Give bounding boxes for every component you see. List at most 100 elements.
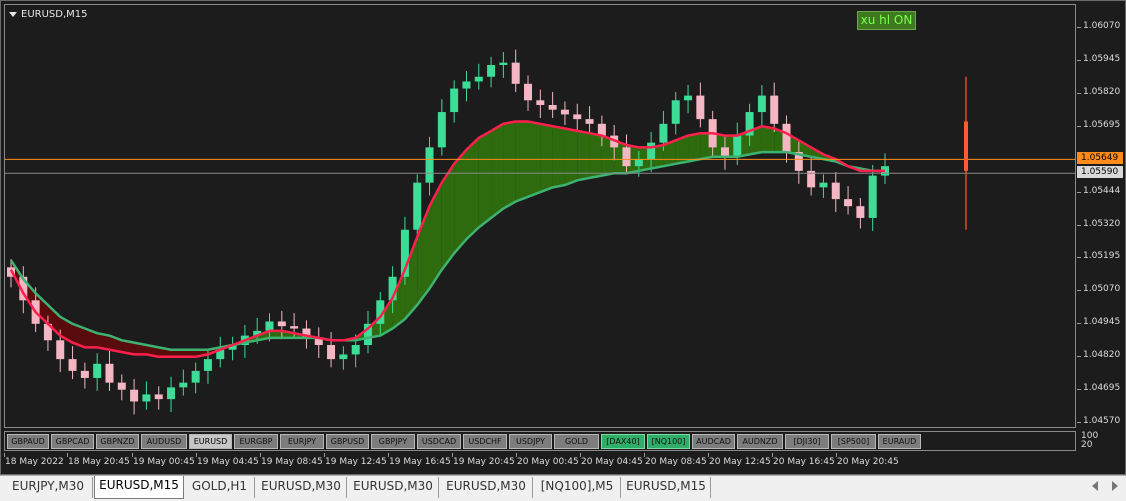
price-tick-mark: [1077, 290, 1081, 292]
symbol-button-euraud[interactable]: EURAUD: [878, 434, 921, 449]
bearish-candle: [56, 340, 65, 360]
symbol-button-usdcad[interactable]: USDCAD: [417, 434, 461, 449]
price-tick-mark: [1077, 422, 1081, 423]
price-tick-mark: [1077, 389, 1081, 391]
chart-tab[interactable]: EURUSD,M15: [94, 476, 184, 499]
price-tick-mark: [1077, 224, 1081, 226]
bearish-candle: [277, 321, 286, 327]
symbol-switcher-bar: GBPAUD GBPCAD GBPNZD AUDUSD EURUSD EURGBP EURJ…: [4, 431, 1076, 451]
chart-canvas[interactable]: [5, 5, 1076, 428]
symbol-button-gold[interactable]: GOLD: [554, 434, 599, 449]
bullish-candle: [659, 123, 668, 143]
time-tick-label: 18 May 2022: [5, 457, 64, 467]
price-chart[interactable]: EURUSD,M15 xu hl ON: [4, 4, 1076, 428]
bearish-candle: [831, 182, 840, 200]
bullish-cloud: [466, 137, 479, 240]
bullish-candle: [684, 95, 693, 101]
symbol-button-eurjpy[interactable]: EURJPY: [280, 434, 324, 449]
symbol-button-eurgbp[interactable]: EURGBP: [234, 434, 278, 449]
chart-tab-bar: EURJPY,M30 EURUSD,M15 GOLD,H1 EURUSD,M30 EUR…: [0, 475, 1126, 501]
symbol-button-sp500[interactable]: [SP500]: [831, 434, 876, 449]
chart-tab[interactable]: EURUSD,M30: [256, 477, 347, 498]
price-tick-label: 1.06070: [1083, 21, 1121, 31]
price-tick-label: 1.05945: [1083, 53, 1121, 64]
price-tick-mark: [1077, 27, 1081, 28]
indicator-axis: 100 20: [1077, 431, 1125, 451]
price-tick-label: 1.05070: [1083, 284, 1121, 295]
chart-tab[interactable]: [NQ100],M5: [534, 477, 621, 498]
symbol-button-dax40[interactable]: [DAX40]: [601, 434, 645, 449]
bearish-candle: [548, 105, 557, 110]
time-tick-label: 20 May 04:45: [581, 457, 643, 467]
symbol-button-gbpjpy[interactable]: GBPJPY: [371, 434, 415, 449]
bearish-candle: [536, 100, 545, 105]
ask-tag: 1.05649: [1077, 152, 1123, 165]
symbol-button-gbpcad[interactable]: GBPCAD: [51, 434, 94, 449]
time-tick-label: 20 May 16:45: [773, 457, 835, 467]
price-tick-mark: [1077, 323, 1081, 325]
bullish-cloud: [761, 126, 775, 153]
bullish-candle: [437, 112, 446, 148]
bearish-candle: [290, 326, 299, 329]
bullish-candle: [487, 65, 496, 77]
bullish-candle: [425, 147, 434, 183]
bearish-candle: [770, 95, 779, 124]
bullish-candle: [499, 62, 508, 65]
time-tick-label: 18 May 20:45: [68, 457, 130, 467]
bullish-cloud: [552, 126, 565, 188]
bearish-candle: [782, 123, 791, 153]
bullish-cloud: [564, 128, 578, 185]
chart-window[interactable]: EURUSD,M15 xu hl ON 1.06070 1.05945 1.0582…: [0, 0, 1126, 475]
bullish-candle: [413, 182, 422, 230]
bullish-candle: [93, 363, 102, 378]
chart-tab[interactable]: EURJPY,M30: [4, 477, 93, 498]
scroll-left-icon[interactable]: [1092, 481, 1098, 491]
time-axis[interactable]: 18 May 2022 18 May 20:45 19 May 00:45 19 Ma…: [4, 453, 1076, 473]
chart-tab[interactable]: EURUSD,M30: [348, 477, 439, 498]
price-tick-mark: [1077, 356, 1081, 358]
symbol-button-gbpaud[interactable]: GBPAUD: [7, 434, 49, 449]
chart-tab[interactable]: EURUSD,M15: [622, 477, 711, 498]
symbol-button-usdchf[interactable]: USDCHF: [463, 434, 507, 449]
chart-tab[interactable]: EURUSD,M30: [440, 477, 533, 498]
price-tick-label: 1.04695: [1083, 383, 1121, 394]
dropdown-triangle-icon[interactable]: [9, 12, 17, 17]
symbol-button-eurusd[interactable]: EURUSD: [189, 434, 232, 449]
bullish-candle: [203, 359, 212, 371]
bearish-candle: [720, 147, 729, 157]
bearish-candle: [573, 114, 582, 120]
symbol-button-audnzd[interactable]: AUDNZD: [737, 434, 783, 449]
symbol-button-usdjpy[interactable]: USDJPY: [509, 434, 552, 449]
bullish-candle: [351, 345, 360, 355]
xuhl-toggle-button[interactable]: xu hl ON: [857, 11, 916, 30]
time-tick-label: 19 May 20:45: [453, 457, 515, 467]
price-axis[interactable]: 1.060701.059451.058201.056951.055701.054…: [1077, 4, 1125, 428]
price-tick-mark: [1077, 59, 1081, 61]
price-tick-label: 1.05444: [1083, 185, 1121, 196]
scroll-right-icon[interactable]: [1112, 481, 1118, 491]
price-tick-mark: [1077, 92, 1081, 94]
symbol-timeframe-label: EURUSD,M15: [21, 9, 88, 20]
time-tick-label: 19 May 12:45: [325, 457, 387, 467]
symbol-button-dji30[interactable]: [DJI30]: [785, 434, 829, 449]
bullish-candle: [450, 88, 459, 113]
price-tick-label: 1.05320: [1083, 218, 1121, 229]
chart-tab[interactable]: GOLD,H1: [185, 477, 255, 498]
bullish-candle: [819, 182, 828, 188]
bullish-candle: [733, 135, 742, 157]
bullish-candle: [868, 175, 877, 218]
symbol-button-audusd[interactable]: AUDUSD: [141, 434, 187, 449]
bullish-candle: [474, 76, 483, 82]
price-tick-label: 1.04820: [1083, 350, 1121, 361]
price-tick-label: 1.05820: [1083, 86, 1121, 97]
symbol-button-gbpusd[interactable]: GBPUSD: [326, 434, 369, 449]
symbol-button-audcad[interactable]: AUDCAD: [692, 434, 735, 449]
symbol-button-gbpnzd[interactable]: GBPNZD: [96, 434, 139, 449]
bearish-candle: [511, 62, 520, 84]
bullish-cloud: [478, 130, 492, 228]
bullish-candle: [142, 394, 151, 402]
bullish-candle: [671, 100, 680, 124]
price-tick-mark: [1077, 257, 1081, 259]
time-tick-label: 20 May 12:45: [709, 457, 771, 467]
symbol-button-nq100[interactable]: [NQ100]: [647, 434, 690, 449]
